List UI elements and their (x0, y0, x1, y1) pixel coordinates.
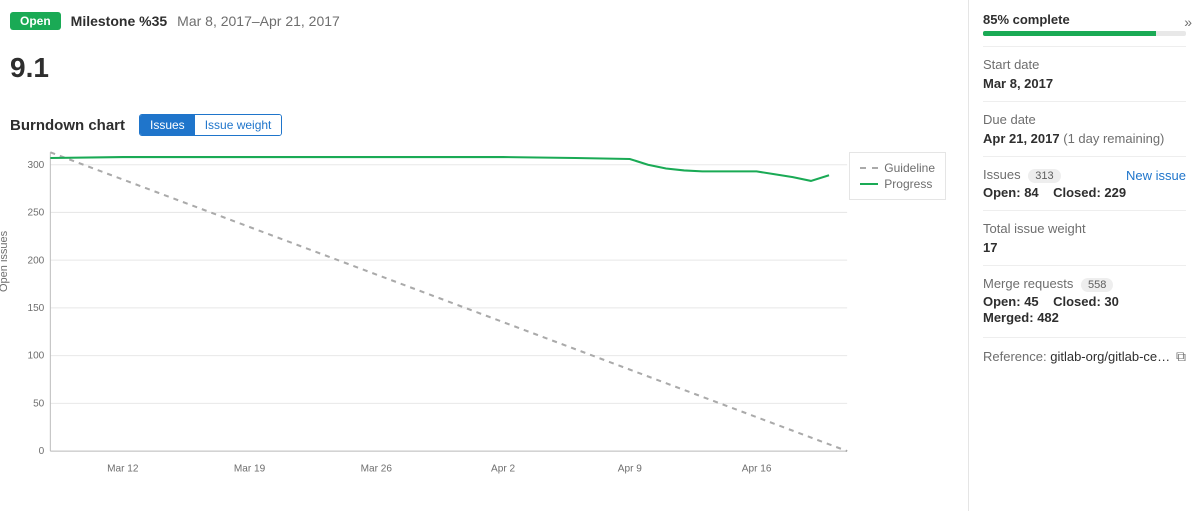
chart-mode-toggle: Issues Issue weight (139, 114, 282, 136)
tab-issues[interactable]: Issues (140, 115, 195, 135)
reference-label: Reference: (983, 349, 1047, 364)
chart-legend: Guideline Progress (849, 152, 946, 200)
progress-bar (983, 31, 1186, 36)
weight-label: Total issue weight (983, 221, 1186, 236)
issues-closed-label: Closed: (1053, 185, 1101, 200)
y-axis-title: Open issues (0, 231, 10, 292)
progress-bar-fill (983, 31, 1156, 36)
burndown-chart: Open issues 050100150200250300Mar 12Mar … (10, 142, 948, 482)
mrs-closed-label: Closed: (1053, 294, 1101, 309)
svg-text:50: 50 (33, 398, 45, 409)
svg-text:300: 300 (27, 160, 44, 171)
legend-progress: Progress (884, 177, 932, 191)
due-date-remaining: (1 day remaining) (1063, 131, 1164, 146)
legend-guideline: Guideline (884, 161, 935, 175)
copy-reference-icon[interactable]: ⧉ (1176, 348, 1186, 365)
guideline-swatch (860, 167, 878, 169)
date-range: Mar 8, 2017–Apr 21, 2017 (177, 13, 340, 29)
mrs-count-badge: 558 (1081, 278, 1113, 292)
svg-text:100: 100 (27, 351, 44, 362)
svg-text:Mar 26: Mar 26 (361, 464, 393, 475)
mrs-open-label: Open: (983, 294, 1021, 309)
svg-text:250: 250 (27, 207, 44, 218)
mrs-closed-value: 30 (1104, 294, 1118, 309)
chart-title: Burndown chart (10, 117, 125, 134)
start-date-value: Mar 8, 2017 (983, 76, 1186, 91)
mrs-label: Merge requests (983, 276, 1073, 291)
progress-swatch (860, 183, 878, 185)
progress-label: 85% complete (983, 12, 1186, 27)
status-badge: Open (10, 12, 61, 30)
svg-text:Apr 16: Apr 16 (742, 464, 772, 475)
issues-closed-value: 229 (1104, 185, 1126, 200)
issues-open-label: Open: (983, 185, 1021, 200)
svg-text:Mar 19: Mar 19 (234, 464, 266, 475)
weight-value: 17 (983, 240, 1186, 255)
start-date-label: Start date (983, 57, 1186, 72)
issues-open-value: 84 (1024, 185, 1038, 200)
svg-text:Mar 12: Mar 12 (107, 464, 139, 475)
mrs-merged-label: Merged: (983, 310, 1034, 325)
mrs-merged-value: 482 (1037, 310, 1059, 325)
svg-text:Apr 9: Apr 9 (618, 464, 642, 475)
due-date-value: Apr 21, 2017 (983, 131, 1060, 146)
page-title: 9.1 (10, 52, 948, 84)
tab-issue-weight[interactable]: Issue weight (195, 115, 282, 135)
new-issue-link[interactable]: New issue (1126, 168, 1186, 183)
milestone-label: Milestone %35 (71, 13, 167, 29)
svg-text:150: 150 (27, 303, 44, 314)
due-date-label: Due date (983, 112, 1186, 127)
mrs-open-value: 45 (1024, 294, 1038, 309)
reference-value: gitlab-org/gitlab-ce… (1050, 349, 1170, 364)
collapse-sidebar-icon[interactable]: » (1184, 14, 1192, 30)
svg-text:200: 200 (27, 255, 44, 266)
svg-text:Apr 2: Apr 2 (491, 464, 515, 475)
svg-text:0: 0 (39, 446, 45, 457)
issues-count-badge: 313 (1028, 169, 1060, 183)
issues-label: Issues (983, 167, 1021, 182)
